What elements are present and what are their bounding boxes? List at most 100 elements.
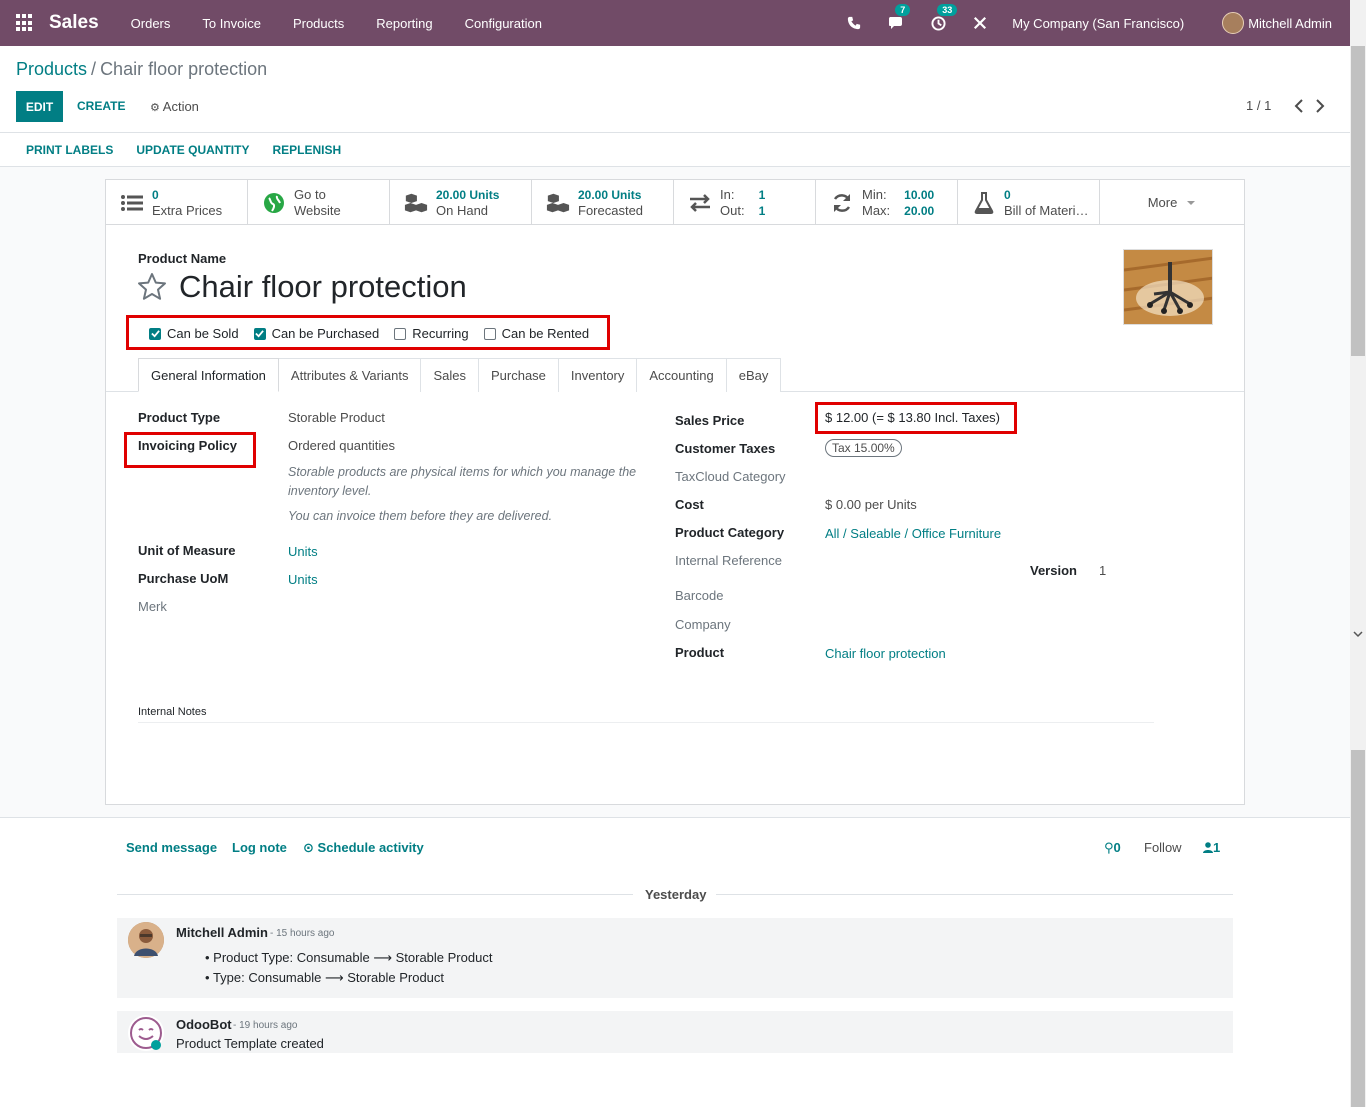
menu-orders[interactable]: Orders xyxy=(131,16,171,31)
menu-to-invoice[interactable]: To Invoice xyxy=(202,16,261,31)
chatter-message: Mitchell Admin - 15 hours ago • Product … xyxy=(117,918,1233,998)
message-author[interactable]: OdooBot xyxy=(176,1017,232,1032)
can-be-purchased-checkbox[interactable] xyxy=(253,327,266,340)
on-hand-button[interactable]: 20.00 Units On Hand xyxy=(390,180,532,225)
activities-icon[interactable]: 33 xyxy=(928,4,958,33)
user-avatar[interactable] xyxy=(1222,12,1245,34)
edit-button[interactable]: EDIT xyxy=(16,91,63,122)
on-hand-label: On Hand xyxy=(436,202,489,218)
menu-reporting[interactable]: Reporting xyxy=(376,16,432,31)
can-be-sold-label[interactable]: Can be Sold xyxy=(167,326,239,341)
in-label: In: xyxy=(720,186,735,202)
purchase-uom-label: Purchase UoM xyxy=(138,571,229,586)
can-be-rented-checkbox[interactable] xyxy=(483,327,496,340)
followers-button[interactable]: 1 xyxy=(1203,840,1220,855)
odoobot-avatar[interactable] xyxy=(128,1015,164,1051)
follow-button[interactable]: Follow xyxy=(1144,840,1182,855)
phone-icon[interactable] xyxy=(844,13,864,33)
pager-next-icon[interactable] xyxy=(1314,98,1328,114)
product-link[interactable]: Chair floor protection xyxy=(825,646,946,661)
barcode-label: Barcode xyxy=(675,588,724,603)
product-type-label: Product Type xyxy=(138,410,221,425)
print-labels-button[interactable]: PRINT LABELS xyxy=(26,143,113,157)
bill-of-materials-button[interactable]: 0 Bill of Materi… xyxy=(958,180,1100,225)
user-icon xyxy=(1203,842,1213,853)
forecasted-label: Forecasted xyxy=(578,202,644,218)
tab-attributes-variants[interactable]: Attributes & Variants xyxy=(277,358,422,392)
tab-ebay[interactable]: eBay xyxy=(725,358,782,392)
menu-configuration[interactable]: Configuration xyxy=(465,16,542,31)
cubes-icon xyxy=(404,191,428,215)
divider xyxy=(716,894,1233,895)
uom-value[interactable]: Units xyxy=(288,544,318,559)
product-name-label: Product Name xyxy=(138,251,227,266)
can-be-purchased-label[interactable]: Can be Purchased xyxy=(272,326,380,341)
min-max-button[interactable]: Min: 10.00 Max: 20.00 xyxy=(816,180,958,225)
recurring-label[interactable]: Recurring xyxy=(412,326,468,341)
more-label: More xyxy=(1147,195,1178,210)
create-button[interactable]: CREATE xyxy=(77,99,125,113)
star-icon[interactable] xyxy=(137,272,167,302)
scrollbar-thumb[interactable] xyxy=(1351,750,1365,1107)
in-value: 1 xyxy=(758,187,766,202)
followers-count: 1 xyxy=(1213,840,1221,855)
merk-label: Merk xyxy=(138,599,167,614)
apps-menu-icon[interactable] xyxy=(16,14,34,32)
more-dropdown[interactable]: More xyxy=(1100,180,1243,225)
update-quantity-button[interactable]: UPDATE QUANTITY xyxy=(136,143,249,157)
product-type-value: Storable Product xyxy=(288,410,385,425)
forecasted-value: 20.00 Units xyxy=(578,187,642,202)
app-brand[interactable]: Sales xyxy=(49,12,99,34)
tab-accounting[interactable]: Accounting xyxy=(636,358,727,392)
invoicing-policy-value: Ordered quantities xyxy=(288,438,395,453)
activities-badge: 33 xyxy=(937,4,958,16)
tax-badge[interactable]: Tax 15.00% xyxy=(825,439,902,457)
bom-label: Bill of Materi… xyxy=(1004,202,1089,218)
author-avatar[interactable] xyxy=(128,922,164,958)
product-type-help: Storable products are physical items for… xyxy=(288,465,637,498)
breadcrumb-products[interactable]: Products xyxy=(16,59,87,79)
menu-products[interactable]: Products xyxy=(293,16,344,31)
send-message-button[interactable]: Send message xyxy=(126,840,217,855)
invoicing-help: You can invoice them before they are del… xyxy=(288,509,553,523)
tools-icon[interactable] xyxy=(970,13,990,33)
pager-value[interactable]: 1 / 1 xyxy=(1246,98,1271,113)
messages-icon[interactable]: 7 xyxy=(886,4,911,33)
replenish-button[interactable]: REPLENISH xyxy=(272,143,341,157)
purchase-uom-value[interactable]: Units xyxy=(288,572,318,587)
tab-inventory[interactable]: Inventory xyxy=(557,358,638,392)
extra-prices-button[interactable]: 0 Extra Prices xyxy=(106,180,248,225)
can-be-sold-checkbox[interactable] xyxy=(149,327,161,340)
action-menu[interactable]: ⚙ Action xyxy=(150,99,199,114)
product-image[interactable] xyxy=(1123,249,1213,325)
can-be-rented-label[interactable]: Can be Rented xyxy=(502,326,589,341)
message-author[interactable]: Mitchell Admin xyxy=(176,925,268,940)
user-menu[interactable]: Mitchell Admin xyxy=(1248,16,1332,31)
forecasted-button[interactable]: 20.00 Units Forecasted xyxy=(532,180,674,225)
go-to-website-button[interactable]: Go to Website xyxy=(248,180,390,225)
internal-reference-label: Internal Reference xyxy=(675,553,782,568)
sales-price-value[interactable]: $ 12.00 (= $ 13.80 Incl. Taxes) xyxy=(825,410,1000,425)
pager-previous-icon[interactable] xyxy=(1293,98,1307,114)
tab-general-information[interactable]: General Information xyxy=(138,358,279,392)
scroll-down-icon[interactable] xyxy=(1352,628,1364,640)
refresh-icon xyxy=(830,191,854,215)
min-value: 10.00 xyxy=(904,187,935,202)
cost-value: $ 0.00 per Units xyxy=(825,497,917,512)
message-body: Product Template created xyxy=(176,1036,324,1051)
attachments-button[interactable]: ⚲0 xyxy=(1104,840,1121,856)
tab-sales[interactable]: Sales xyxy=(420,358,479,392)
tab-purchase[interactable]: Purchase xyxy=(477,358,559,392)
uom-label: Unit of Measure xyxy=(138,543,236,558)
recurring-checkbox[interactable] xyxy=(394,327,407,340)
schedule-activity-button[interactable]: ⊙ Schedule activity xyxy=(303,840,424,856)
category-value[interactable]: All / Saleable / Office Furniture xyxy=(825,526,1001,541)
tracking-value: • Product Type: Consumable ⟶ Storable Pr… xyxy=(205,950,493,965)
log-note-button[interactable]: Log note xyxy=(232,840,287,855)
internal-notes-field[interactable] xyxy=(138,722,1154,723)
version-label: Version xyxy=(1030,563,1077,578)
in-out-button[interactable]: In: 1 Out: 1 xyxy=(674,180,816,225)
extra-prices-label: Extra Prices xyxy=(152,202,223,218)
scrollbar-thumb[interactable] xyxy=(1351,46,1365,356)
company-switcher[interactable]: My Company (San Francisco) xyxy=(1012,16,1184,31)
